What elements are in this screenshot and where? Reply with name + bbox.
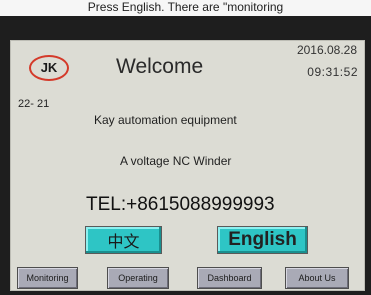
jk-logo: JK [29,55,69,81]
model-code: 22- 21 [18,98,50,110]
welcome-title: Welcome [116,55,204,78]
operating-button[interactable]: Operating [107,267,169,289]
about-us-button[interactable]: About Us [285,267,349,289]
dashboard-label: Dashboard [207,273,252,283]
caption-text: Press English. There are "monitoring [0,0,371,16]
dashboard-button[interactable]: Dashboard [197,267,262,289]
monitoring-button[interactable]: Monitoring [17,267,78,289]
english-language-label: English [228,229,297,250]
about-us-label: About Us [298,273,336,283]
monitoring-label: Monitoring [26,273,69,283]
english-language-button[interactable]: English [217,226,308,254]
hmi-screen: JK Welcome 2016.08.28 09:31:52 22- 21 Ka… [10,40,365,291]
product-name: A voltage NC Winder [120,154,232,168]
operating-label: Operating [118,273,158,283]
date-display: 2016.08.28 [296,43,357,57]
time-display: 09:31:52 [307,65,358,79]
telephone-number: TEL:+8615088999993 [86,194,275,215]
company-name: Kay automation equipment [94,113,237,127]
chinese-language-button[interactable]: 中文 [85,226,162,254]
chinese-language-label: 中文 [107,234,140,251]
